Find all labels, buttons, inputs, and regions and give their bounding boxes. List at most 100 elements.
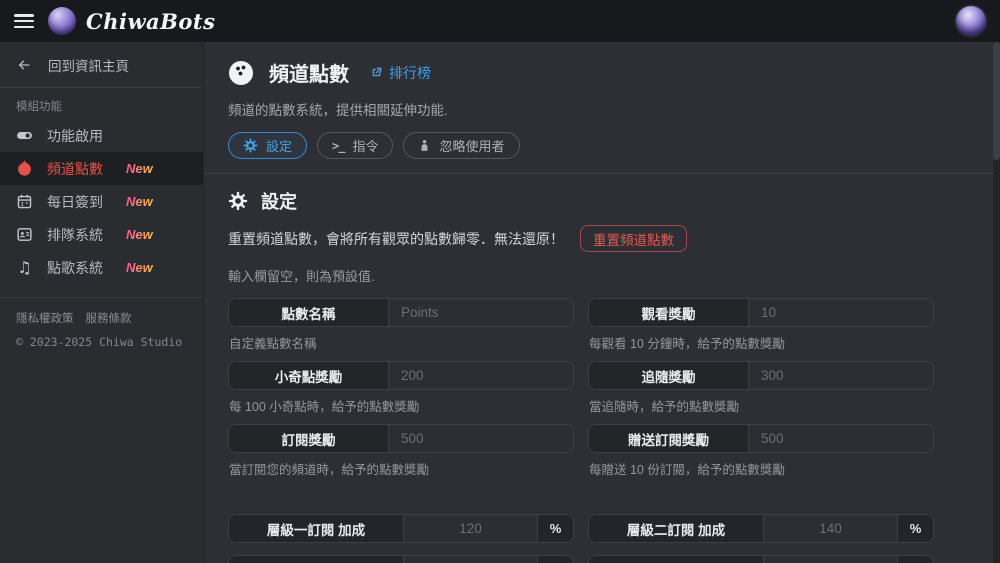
person-icon bbox=[418, 139, 431, 152]
field-helper: 每 100 小奇點時，給予的點數獎勵 bbox=[229, 400, 420, 414]
music-note-icon: ♫ bbox=[17, 257, 32, 277]
tier3-bonus-input[interactable] bbox=[404, 556, 537, 563]
gear-icon bbox=[243, 138, 258, 153]
field-helper: 當追隨時，給予的點數獎勵 bbox=[589, 400, 740, 414]
user-avatar[interactable] bbox=[956, 6, 986, 36]
reset-warning-text: 重置頻道點數，會將所有觀眾的點數歸零．無法還原！ bbox=[228, 230, 564, 247]
page-title: 頻道點數 bbox=[269, 64, 349, 86]
field-label: 觀看獎勵 bbox=[589, 299, 749, 326]
top-bar: ChiwaBots bbox=[0, 0, 1000, 42]
sidebar-footer: 隱私權政策 服務條款 © 2023-2025 Chiwa Studio bbox=[0, 297, 203, 361]
brand-avatar bbox=[48, 7, 76, 35]
external-link-icon bbox=[372, 67, 382, 77]
privacy-policy-link[interactable]: 隱私權政策 bbox=[16, 310, 74, 326]
bits-reward-input[interactable] bbox=[389, 362, 573, 389]
field-tier3-bonus: 層級三訂閱 加成 % bbox=[228, 555, 574, 563]
field-label: 訂閱獎勵 bbox=[229, 425, 389, 452]
settings-heading: 設定 bbox=[261, 192, 297, 212]
calendar-icon bbox=[16, 193, 33, 210]
reset-points-button[interactable]: 重置頻道點數 bbox=[580, 225, 687, 252]
back-label: 回到資訊主頁 bbox=[48, 59, 129, 74]
back-to-home-link[interactable]: 回到資訊主頁 bbox=[0, 42, 203, 88]
sidebar-item-channel-points[interactable]: 頻道點數 New bbox=[0, 152, 203, 185]
back-arrow-icon bbox=[18, 60, 30, 70]
field-bits-reward: 小奇點獎勵 每 100 小奇點時，給予的點數獎勵 bbox=[228, 361, 574, 424]
tab-row: 設定 >_ 指令 忽略使用者 bbox=[228, 132, 976, 159]
scrollbar-track[interactable] bbox=[993, 42, 1000, 563]
field-label: 點數名稱 bbox=[229, 299, 389, 326]
follow-reward-input[interactable] bbox=[749, 362, 933, 389]
form-spacer bbox=[228, 487, 934, 514]
field-label: 小奇點獎勵 bbox=[229, 362, 389, 389]
tab-label: 忽略使用者 bbox=[439, 139, 505, 154]
terms-link[interactable]: 服務條款 bbox=[86, 310, 132, 326]
new-badge: New bbox=[126, 194, 153, 209]
tab-ignored-users[interactable]: 忽略使用者 bbox=[403, 132, 520, 159]
tier1-bonus-input[interactable] bbox=[404, 515, 537, 542]
percent-suffix: % bbox=[537, 515, 573, 542]
tab-settings[interactable]: 設定 bbox=[228, 132, 308, 159]
brand[interactable]: ChiwaBots bbox=[48, 7, 215, 35]
field-label: 層級二訂閱 加成 bbox=[589, 515, 764, 542]
new-badge: New bbox=[126, 161, 153, 176]
sidebar-section-label: 模組功能 bbox=[16, 101, 62, 113]
points-ball-icon bbox=[229, 60, 253, 85]
field-tier1-bonus: 層級一訂閱 加成 % bbox=[228, 514, 574, 543]
sidebar-item-label: 每日簽到 bbox=[47, 193, 103, 210]
field-helper: 每贈送 10 份訂閱，給予的點數獎勵 bbox=[589, 463, 785, 477]
field-label: 層級三訂閱 加成 bbox=[229, 556, 404, 563]
field-points-name: 點數名稱 自定義點數名稱 bbox=[228, 298, 574, 361]
field-watch-reward: 觀看獎勵 每觀看 10 分鐘時，給予的點數獎勵 bbox=[588, 298, 934, 361]
leaderboard-link[interactable]: 排行榜 bbox=[370, 63, 431, 83]
sidebar-item-label: 排隊系統 bbox=[47, 226, 103, 243]
percent-suffix: % bbox=[897, 515, 933, 542]
tab-commands[interactable]: >_ 指令 bbox=[317, 132, 394, 159]
sidebar-item-queue-system[interactable]: 排隊系統 New bbox=[0, 218, 203, 251]
tab-label: 指令 bbox=[352, 139, 379, 154]
sidebar-item-label: 頻道點數 bbox=[47, 160, 103, 177]
sidebar-item-song-request[interactable]: ♫ 點歌系統 New bbox=[0, 251, 203, 284]
percent-suffix: % bbox=[897, 556, 933, 563]
field-vip-bonus: VIP 加成 % bbox=[588, 555, 934, 563]
tab-label: 設定 bbox=[266, 139, 293, 154]
new-badge: New bbox=[126, 260, 153, 275]
scrollbar-thumb[interactable] bbox=[993, 42, 1000, 160]
new-badge: New bbox=[126, 227, 153, 242]
gift-sub-reward-input[interactable] bbox=[749, 425, 933, 452]
field-label: 贈送訂閱獎勵 bbox=[589, 425, 749, 452]
sidebar-item-label: 功能啟用 bbox=[47, 127, 103, 144]
field-tier2-bonus: 層級二訂閱 加成 % bbox=[588, 514, 934, 543]
tier2-bonus-input[interactable] bbox=[764, 515, 897, 542]
main-content: 頻道點數 排行榜 頻道的點數系統，提供相關延伸功能. 設定 >_ 指令 忽略使用… bbox=[204, 42, 1000, 563]
field-helper: 當訂閱您的頻道時，給予的點數獎勵 bbox=[229, 463, 430, 477]
points-name-input[interactable] bbox=[389, 299, 573, 326]
field-follow-reward: 追隨獎勵 當追隨時，給予的點數獎勵 bbox=[588, 361, 934, 424]
terminal-icon: >_ bbox=[332, 138, 345, 153]
sidebar-item-feature-enable[interactable]: 功能啟用 bbox=[0, 119, 203, 152]
hamburger-menu-icon[interactable] bbox=[14, 14, 34, 28]
field-sub-reward: 訂閱獎勵 當訂閱您的頻道時，給予的點數獎勵 bbox=[228, 424, 574, 487]
settings-form: 點數名稱 自定義點數名稱 觀看獎勵 每觀看 10 分鐘時，給予的點數獎勵 小奇點… bbox=[228, 298, 934, 563]
point-icon bbox=[16, 160, 33, 177]
percent-suffix: % bbox=[537, 556, 573, 563]
field-label: VIP 加成 bbox=[589, 556, 764, 563]
field-label: 層級一訂閱 加成 bbox=[229, 515, 404, 542]
empty-default-note: 輸入欄留空，則為預設值. bbox=[228, 269, 375, 284]
toggle-icon bbox=[16, 127, 33, 144]
field-label: 追隨獎勵 bbox=[589, 362, 749, 389]
queue-card-icon bbox=[16, 226, 33, 243]
settings-gear-icon bbox=[228, 191, 248, 211]
page-subtitle: 頻道的點數系統，提供相關延伸功能. bbox=[228, 103, 448, 118]
sidebar-item-label: 點歌系統 bbox=[47, 259, 103, 276]
field-gift-sub-reward: 贈送訂閱獎勵 每贈送 10 份訂閱，給予的點數獎勵 bbox=[588, 424, 934, 487]
section-divider bbox=[204, 173, 1000, 174]
field-helper: 每觀看 10 分鐘時，給予的點數獎勵 bbox=[589, 337, 785, 351]
sub-reward-input[interactable] bbox=[389, 425, 573, 452]
sidebar-item-daily-checkin[interactable]: 每日簽到 New bbox=[0, 185, 203, 218]
sidebar: 回到資訊主頁 模組功能 功能啟用 頻道點數 New 每日簽到 New 排隊系統 … bbox=[0, 42, 204, 563]
field-helper: 自定義點數名稱 bbox=[229, 337, 317, 351]
vip-bonus-input[interactable] bbox=[764, 556, 897, 563]
copyright-text: © 2023-2025 Chiwa Studio bbox=[16, 335, 183, 349]
brand-name: ChiwaBots bbox=[86, 8, 216, 34]
watch-reward-input[interactable] bbox=[749, 299, 933, 326]
